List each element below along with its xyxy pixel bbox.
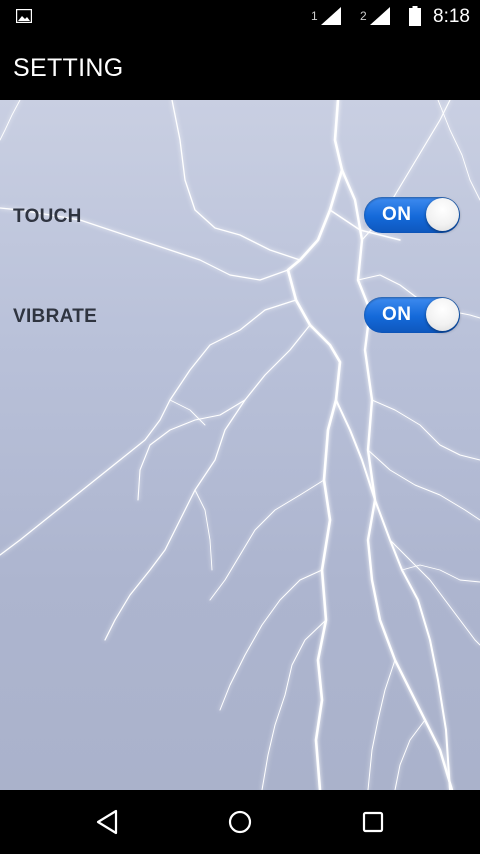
- toggle-knob: [426, 198, 459, 231]
- touch-toggle-state: ON: [382, 204, 412, 225]
- home-icon[interactable]: [222, 806, 258, 838]
- signal-icon: [370, 7, 390, 25]
- vibrate-toggle-state: ON: [382, 304, 412, 325]
- touch-label: TOUCH: [13, 206, 82, 227]
- vibrate-label: VIBRATE: [13, 306, 98, 327]
- clock: 8:18: [433, 6, 470, 27]
- settings-content: TOUCH ON VIBRATE ON: [0, 100, 480, 790]
- vibrate-toggle[interactable]: ON: [364, 297, 460, 333]
- sim2-label: 2: [360, 9, 367, 23]
- screen: 1 2 8:18 SETTING TOUCH ON VIBRATE ON: [0, 0, 480, 854]
- touch-toggle[interactable]: ON: [364, 197, 460, 233]
- page-title: SETTING: [13, 54, 124, 82]
- sim1-label: 1: [311, 9, 318, 23]
- recents-icon[interactable]: [355, 806, 391, 838]
- back-icon[interactable]: [89, 806, 125, 838]
- battery-icon: [409, 6, 421, 26]
- navigation-bar: [0, 790, 480, 854]
- signal-icon: [321, 7, 341, 25]
- gallery-icon: [16, 9, 32, 23]
- app-bar: SETTING: [0, 36, 480, 100]
- status-bar: 1 2 8:18: [0, 0, 480, 36]
- toggle-knob: [426, 298, 459, 331]
